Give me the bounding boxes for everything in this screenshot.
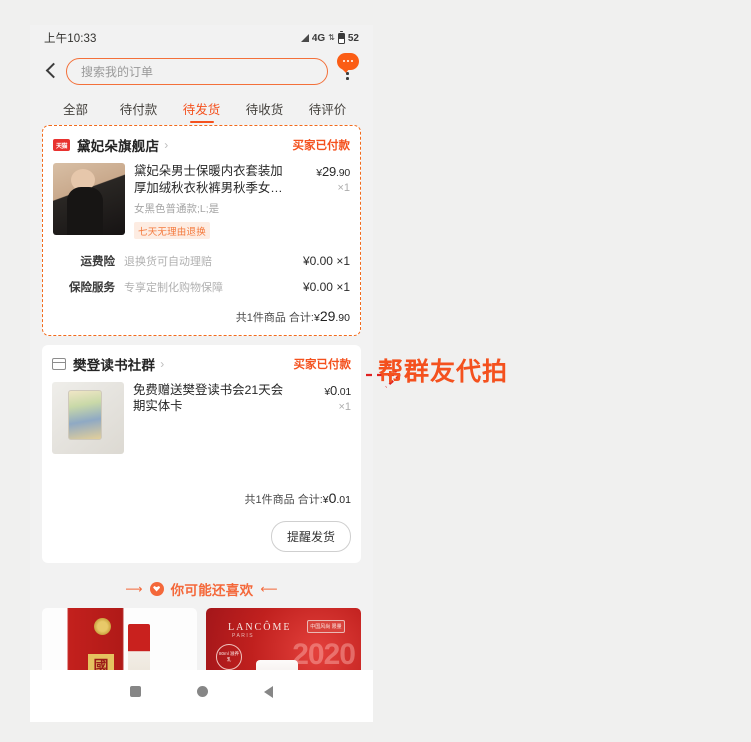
order-list: 天猫 黛妃朵旗舰店 › 买家已付款 黛妃朵男士保暖内衣套装加厚加绒秋衣秋裤男秋季… — [30, 125, 373, 670]
order-item-info: 黛妃朵男士保暖内衣套装加厚加绒秋衣秋裤男秋季女… 女黑色普通款;L;是 七天无理… — [125, 163, 290, 240]
order-item[interactable]: 免费赠送樊登读书会21天会期实体卡 ¥0.01 ×1 — [42, 380, 361, 462]
chevron-right-icon: › — [160, 356, 165, 371]
order-total: 共1件商品 合计:¥0.01 — [42, 462, 361, 517]
order-item-price-block: ¥0.01 ×1 — [291, 382, 351, 454]
order-card[interactable]: 樊登读书社群 › 买家已付款 免费赠送樊登读书会21天会期实体卡 ¥0.01 ×… — [42, 344, 361, 563]
service-price: ¥0.00 ×1 — [302, 279, 350, 294]
chevron-right-icon: › — [164, 138, 169, 152]
order-total: 共1件商品 合计:¥29.90 — [43, 300, 360, 335]
store-outline-icon — [51, 357, 67, 370]
product-thermal-wear-image[interactable] — [53, 163, 125, 235]
return-policy-tag: 七天无理由退换 — [134, 222, 210, 239]
lancome-badge: 中国风尚 限量 — [307, 619, 345, 633]
product-quantity: ×1 — [337, 182, 350, 194]
lancome-jar-image: LANCÔME — [256, 659, 298, 670]
order-total-prefix: 共1件商品 合计: — [244, 493, 323, 506]
tab-all[interactable]: 全部 — [44, 91, 107, 125]
lancome-brand-label: LANCÔME — [228, 621, 292, 633]
chat-bubble-more-icon[interactable] — [337, 53, 359, 73]
product-price: ¥0.01 — [324, 382, 351, 398]
header-menu-zone — [331, 53, 365, 89]
recommend-card-liquor[interactable]: 國 — [42, 607, 197, 670]
service-desc: 退换货可自动理赔 — [124, 255, 212, 268]
shop-row[interactable]: 樊登读书社群 › 买家已付款 — [42, 345, 361, 380]
network-type-label: 4G — [311, 32, 326, 44]
data-arrows-icon: ⇅ — [328, 33, 335, 42]
order-status-tabs: 全部 待付款 待发货 待收货 待评价 — [30, 91, 373, 125]
service-row-shipping-insurance: 运费险 退换货可自动理赔 ¥0.00 ×1 — [43, 248, 360, 274]
arrow-right-decoration: ⟵ — [260, 581, 278, 596]
battery-icon — [337, 30, 345, 44]
search-input[interactable]: 搜索我的订单 — [66, 57, 328, 85]
annotation: 帮群友代拍 — [378, 352, 508, 388]
more-vertical-icon[interactable] — [346, 72, 349, 82]
product-title: 免费赠送樊登读书会21天会期实体卡 — [133, 382, 284, 414]
status-indicators: 4G ⇅ 52 — [300, 30, 359, 44]
battery-level-label: 52 — [347, 32, 359, 44]
service-desc: 专享定制化购物保障 — [124, 281, 223, 294]
signal-bars-icon — [300, 34, 309, 42]
recommend-card-lancome[interactable]: LANCÔME PARIS 中国风尚 限量 2020 80ml 滋养乳 LANC… — [206, 607, 361, 671]
service-row-insurance-service: 保险服务 专享定制化购物保障 ¥0.00 ×1 — [43, 274, 360, 300]
order-item[interactable]: 黛妃朵男士保暖内衣套装加厚加绒秋衣秋裤男秋季女… 女黑色普通款;L;是 七天无理… — [43, 161, 360, 248]
recommend-grid: 國 LANCÔME PARIS 中国风尚 限量 2020 80ml 滋养乳 LA… — [42, 607, 361, 671]
status-time: 上午10:33 — [44, 33, 97, 45]
arrow-left-decoration: ⟶ — [125, 581, 143, 596]
annotation-text: 帮群友代拍 — [378, 358, 509, 386]
back-chevron-icon[interactable] — [40, 60, 62, 82]
gold-seal-icon — [94, 617, 111, 635]
back-icon[interactable] — [264, 686, 273, 698]
liquor-glyph: 國 — [88, 653, 114, 670]
order-total-amount: ¥29.90 — [313, 307, 350, 324]
order-status-badge: 买家已付款 — [292, 140, 351, 152]
recommend-header: ⟶ 你可能还喜欢 ⟵ — [42, 572, 361, 608]
product-price: ¥29.90 — [316, 164, 350, 179]
service-price: ¥0.00 ×1 — [302, 253, 350, 268]
home-icon[interactable] — [197, 686, 208, 697]
order-total-amount: ¥0.01 — [322, 489, 351, 506]
liquor-bottle-image — [128, 623, 150, 670]
recent-apps-icon[interactable] — [130, 686, 141, 697]
phone-screen: 上午10:33 4G ⇅ 52 搜索我的订单 全部 待付款 待发货 待收货 待评… — [30, 25, 373, 670]
recommend-title: 你可能还喜欢 — [170, 582, 254, 598]
order-item-price-block: ¥29.90 ×1 — [290, 163, 350, 240]
shop-name: 樊登读书社群 — [73, 357, 156, 373]
tab-pending-payment[interactable]: 待付款 — [107, 91, 170, 125]
order-total-prefix: 共1件商品 合计: — [235, 311, 314, 324]
tmall-badge-icon: 天猫 — [53, 139, 70, 151]
phone-frame: 上午10:33 4G ⇅ 52 搜索我的订单 全部 待付款 待发货 待收货 待评… — [30, 25, 373, 722]
product-quantity: ×1 — [338, 400, 351, 413]
remind-shipment-button[interactable]: 提醒发货 — [270, 520, 351, 552]
status-bar: 上午10:33 4G ⇅ 52 — [30, 25, 373, 51]
order-status-badge: 买家已付款 — [293, 358, 352, 371]
order-item-info: 免费赠送樊登读书会21天会期实体卡 — [124, 382, 291, 454]
android-nav-bar — [30, 670, 373, 722]
lancome-brand-sub: PARIS — [232, 632, 255, 639]
tab-pending-review[interactable]: 待评价 — [296, 91, 359, 125]
product-sku: 女黑色普通款;L;是 — [134, 203, 220, 215]
service-name: 保险服务 — [69, 281, 115, 294]
heart-icon — [149, 581, 164, 596]
lancome-circle-label: 80ml 滋养乳 — [216, 643, 242, 670]
screenshot-stage: 上午10:33 4G ⇅ 52 搜索我的订单 全部 待付款 待发货 待收货 待评… — [0, 0, 751, 742]
tab-pending-receipt[interactable]: 待收货 — [233, 91, 296, 125]
tab-pending-shipment[interactable]: 待发货 — [170, 91, 233, 125]
lancome-year: 2020 — [292, 637, 356, 671]
search-header: 搜索我的订单 — [30, 51, 373, 91]
order-card[interactable]: 天猫 黛妃朵旗舰店 › 买家已付款 黛妃朵男士保暖内衣套装加厚加绒秋衣秋裤男秋季… — [42, 125, 361, 336]
shop-row[interactable]: 天猫 黛妃朵旗舰店 › 买家已付款 — [43, 126, 360, 161]
shop-name: 黛妃朵旗舰店 — [77, 139, 160, 154]
product-membership-card-image[interactable] — [52, 381, 124, 454]
order-actions: 提醒发货 — [42, 517, 361, 563]
service-name: 运费险 — [80, 255, 116, 268]
product-title: 黛妃朵男士保暖内衣套装加厚加绒秋衣秋裤男秋季女… — [134, 164, 283, 195]
